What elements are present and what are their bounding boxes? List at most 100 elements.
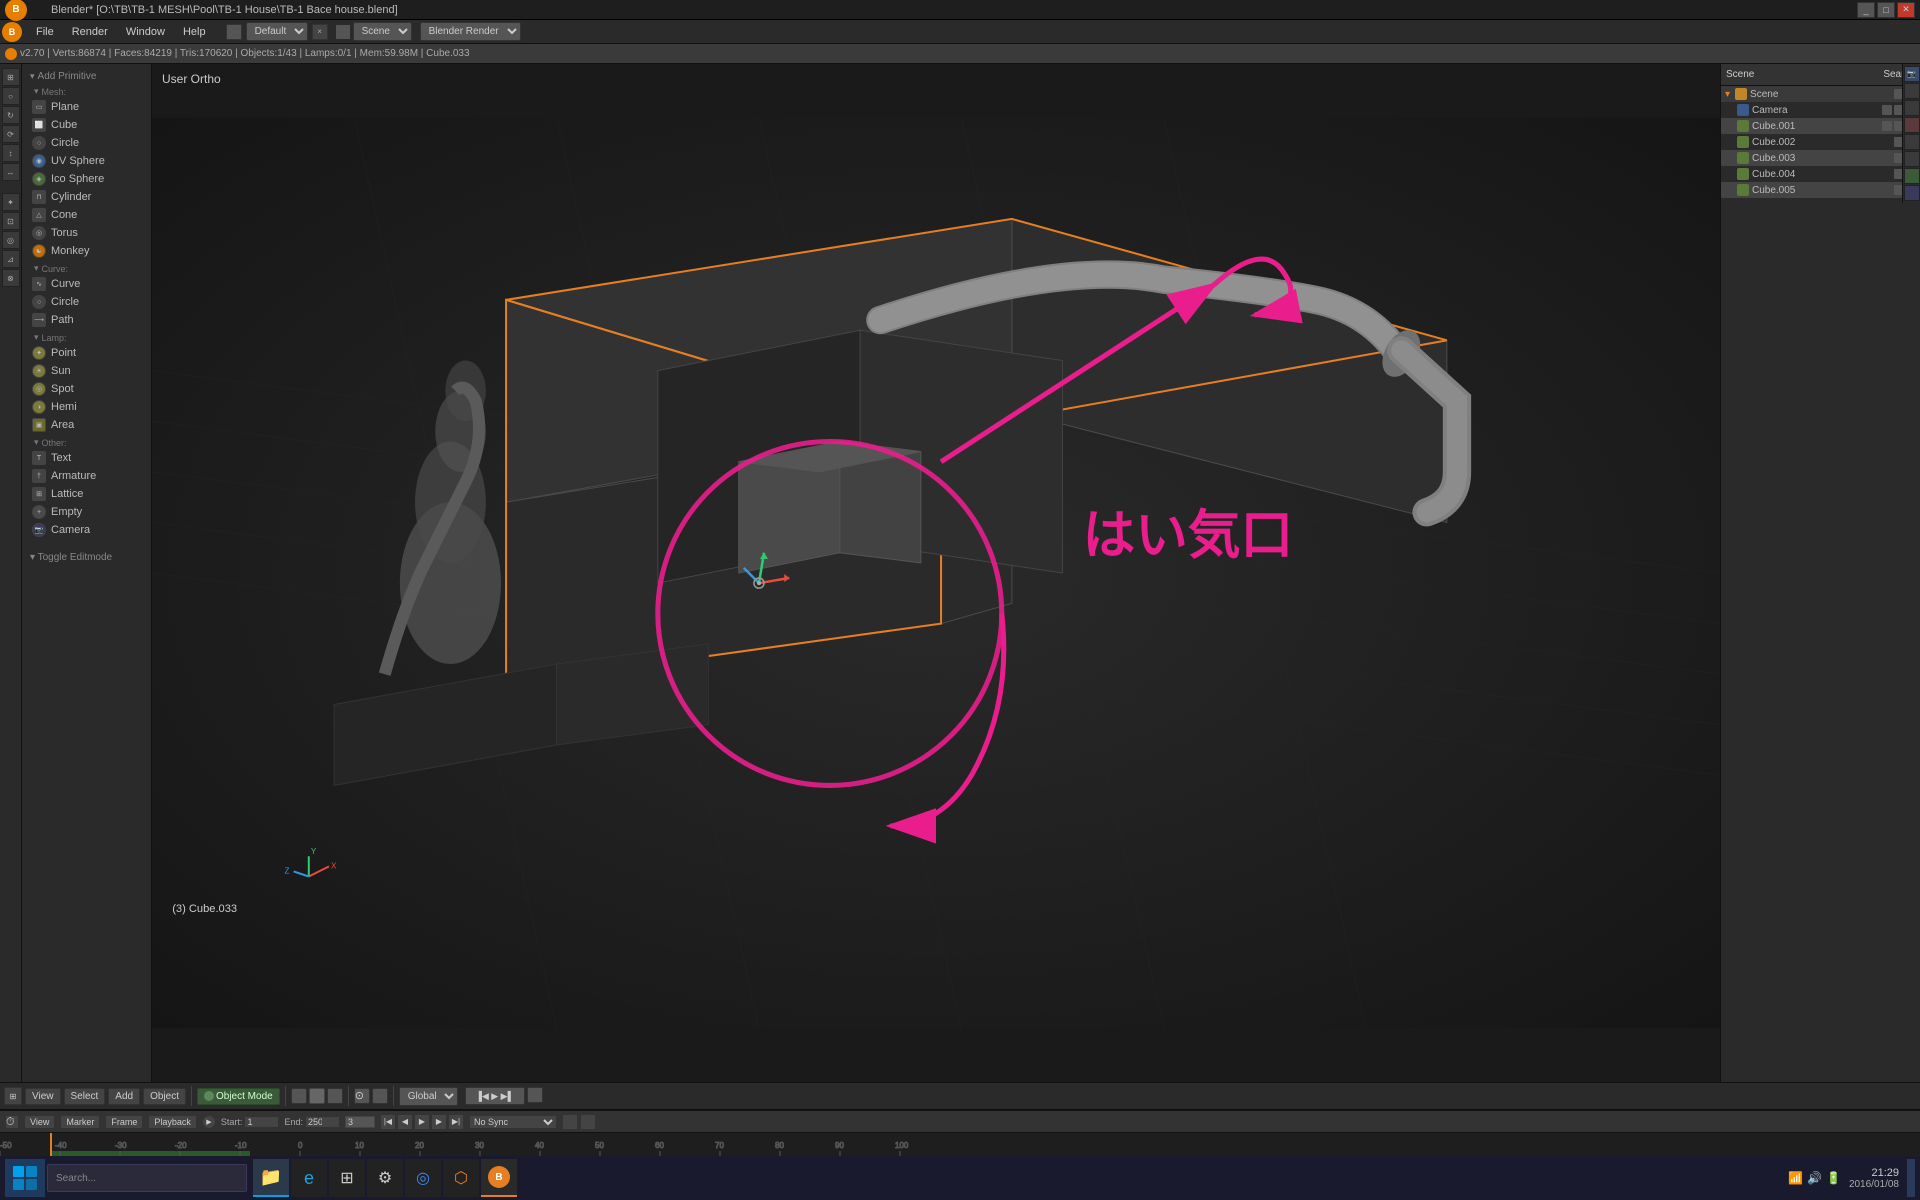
scene-select[interactable]: Scene bbox=[353, 22, 412, 41]
object-menu-btn[interactable]: Object bbox=[143, 1088, 186, 1105]
playback-controls[interactable]: ▐◀ ▶ ▶▌ bbox=[465, 1087, 525, 1105]
menu-help[interactable]: Help bbox=[175, 24, 214, 40]
tool-icon-11[interactable]: ⊗ bbox=[2, 269, 20, 287]
viewport-icon[interactable]: ⊞ bbox=[4, 1087, 22, 1105]
other-armature[interactable]: † Armature bbox=[22, 467, 151, 485]
current-frame-field[interactable] bbox=[345, 1116, 375, 1128]
outliner-cube1-row[interactable]: Cube.001 bbox=[1721, 118, 1920, 134]
timeline-icon[interactable]: ⏱ bbox=[5, 1115, 19, 1129]
taskbar-blender[interactable]: B bbox=[481, 1159, 517, 1197]
timeline-marker-btn[interactable]: Marker bbox=[60, 1115, 100, 1129]
outliner-camera-row[interactable]: Camera bbox=[1721, 102, 1920, 118]
tool-icon-8[interactable]: ⊡ bbox=[2, 212, 20, 230]
tool-icon-7[interactable]: ✦ bbox=[2, 193, 20, 211]
prev-frame-btn[interactable]: ◀ bbox=[397, 1114, 413, 1130]
render-engine-select[interactable]: Blender Render bbox=[420, 22, 521, 41]
tool-icon-4[interactable]: ⟳ bbox=[2, 125, 20, 143]
snap-btn[interactable]: ⊙ bbox=[354, 1088, 370, 1104]
snap-type-btn[interactable] bbox=[372, 1088, 388, 1104]
tray-sound-icon[interactable]: 🔊 bbox=[1807, 1171, 1822, 1185]
mesh-cube[interactable]: ⬜ Cube bbox=[22, 116, 151, 134]
texture-draw-btn[interactable] bbox=[327, 1088, 343, 1104]
menu-render[interactable]: Render bbox=[64, 24, 116, 40]
taskbar-app1[interactable]: ⬡ bbox=[443, 1159, 479, 1197]
scene-props-icon[interactable] bbox=[1904, 83, 1920, 99]
tool-icon-5[interactable]: ↕ bbox=[2, 144, 20, 162]
outliner-cube3-row[interactable]: Cube.003 bbox=[1721, 150, 1920, 166]
mesh-cylinder[interactable]: ⊓ Cylinder bbox=[22, 188, 151, 206]
menu-window[interactable]: Window bbox=[118, 24, 173, 40]
taskbar-chrome[interactable]: ◎ bbox=[405, 1159, 441, 1197]
mesh-monkey[interactable]: ☯ Monkey bbox=[22, 242, 151, 260]
mesh-cone[interactable]: △ Cone bbox=[22, 206, 151, 224]
lamp-point[interactable]: ✦ Point bbox=[22, 344, 151, 362]
titlebar-controls[interactable]: _ □ ✕ bbox=[1857, 2, 1915, 18]
outliner-cube2-row[interactable]: Cube.002 bbox=[1721, 134, 1920, 150]
mesh-icosphere[interactable]: ◈ Ico Sphere bbox=[22, 170, 151, 188]
taskbar-ie[interactable]: e bbox=[291, 1159, 327, 1197]
tool-icon-3[interactable]: ↻ bbox=[2, 106, 20, 124]
timeline-frame-btn[interactable]: Frame bbox=[105, 1115, 143, 1129]
world-props-icon[interactable] bbox=[1904, 100, 1920, 116]
show-desktop-btn[interactable] bbox=[1907, 1159, 1915, 1197]
mesh-uvsphere[interactable]: ◉ UV Sphere bbox=[22, 152, 151, 170]
outliner-cube4-row[interactable]: Cube.004 bbox=[1721, 166, 1920, 182]
outliner-row[interactable]: ▾ Scene bbox=[1721, 86, 1920, 102]
lamp-sun[interactable]: ☀ Sun bbox=[22, 362, 151, 380]
object-props-icon[interactable] bbox=[1904, 117, 1920, 133]
material-props-icon[interactable] bbox=[1904, 185, 1920, 201]
blender-icon[interactable]: B bbox=[2, 22, 22, 42]
eye-icon[interactable] bbox=[1882, 121, 1892, 131]
frame-start-field[interactable] bbox=[244, 1116, 279, 1128]
next-frame-btn[interactable]: ▶ bbox=[431, 1114, 447, 1130]
taskbar-apps-btn[interactable]: ⊞ bbox=[329, 1159, 365, 1197]
playback-toggle[interactable]: ▶ bbox=[202, 1115, 216, 1129]
tool-icon-6[interactable]: ↔ bbox=[2, 163, 20, 181]
3d-viewport[interactable]: User Ortho bbox=[152, 64, 1720, 1082]
taskbar-search[interactable]: Search... bbox=[47, 1164, 247, 1192]
tool-icon-10[interactable]: ⊿ bbox=[2, 250, 20, 268]
taskbar-explorer[interactable]: 📁 bbox=[253, 1159, 289, 1197]
other-empty[interactable]: + Empty bbox=[22, 503, 151, 521]
jump-start-btn[interactable]: |◀ bbox=[380, 1114, 396, 1130]
tray-network-icon[interactable]: 📶 bbox=[1788, 1171, 1803, 1185]
curve-circle[interactable]: ○ Circle bbox=[22, 293, 151, 311]
maximize-button[interactable]: □ bbox=[1877, 2, 1895, 18]
transform-space-select[interactable]: Global Local bbox=[399, 1087, 458, 1106]
minimize-button[interactable]: _ bbox=[1857, 2, 1875, 18]
timeline-view-btn[interactable]: View bbox=[24, 1115, 55, 1129]
lamp-hemi[interactable]: ◑ Hemi bbox=[22, 398, 151, 416]
add-primitive-title[interactable]: Add Primitive bbox=[22, 68, 151, 83]
solid-draw-btn[interactable] bbox=[291, 1088, 307, 1104]
eye-icon[interactable] bbox=[1882, 105, 1892, 115]
data-props-icon[interactable] bbox=[1904, 168, 1920, 184]
other-camera[interactable]: 📷 Camera bbox=[22, 521, 151, 539]
curve-curve[interactable]: ∿ Curve bbox=[22, 275, 151, 293]
tool-icon-1[interactable]: ⊞ bbox=[2, 68, 20, 86]
tool-icon-9[interactable]: ◎ bbox=[2, 231, 20, 249]
tray-battery-icon[interactable]: 🔋 bbox=[1826, 1171, 1841, 1185]
lamp-spot[interactable]: ◎ Spot bbox=[22, 380, 151, 398]
tool-icon-2[interactable]: ○ bbox=[2, 87, 20, 105]
audio-mute-btn[interactable] bbox=[562, 1114, 578, 1130]
frame-end-field[interactable] bbox=[305, 1116, 340, 1128]
other-text[interactable]: T Text bbox=[22, 449, 151, 467]
mesh-circle[interactable]: ○ Circle bbox=[22, 134, 151, 152]
mesh-torus[interactable]: ◎ Torus bbox=[22, 224, 151, 242]
object-mode-btn[interactable]: Object Mode bbox=[197, 1088, 280, 1105]
timeline-playback-btn[interactable]: Playback bbox=[148, 1115, 197, 1129]
jump-end-btn[interactable]: ▶| bbox=[448, 1114, 464, 1130]
play-btn[interactable]: ▶ bbox=[414, 1114, 430, 1130]
layout-select[interactable]: Default bbox=[246, 22, 308, 41]
add-menu-btn[interactable]: Add bbox=[108, 1088, 140, 1105]
audio-sync-btn[interactable] bbox=[580, 1114, 596, 1130]
other-lattice[interactable]: ⊞ Lattice bbox=[22, 485, 151, 503]
modifier-props-icon[interactable] bbox=[1904, 151, 1920, 167]
toggle-editmode[interactable]: Toggle Editmode bbox=[22, 549, 151, 566]
view-menu-btn[interactable]: View bbox=[25, 1088, 61, 1105]
taskbar-settings[interactable]: ⚙ bbox=[367, 1159, 403, 1197]
close-button[interactable]: ✕ bbox=[1897, 2, 1915, 18]
render-props-icon[interactable]: 📷 bbox=[1904, 66, 1920, 82]
curve-path[interactable]: ⟶ Path bbox=[22, 311, 151, 329]
start-button[interactable] bbox=[5, 1159, 45, 1197]
